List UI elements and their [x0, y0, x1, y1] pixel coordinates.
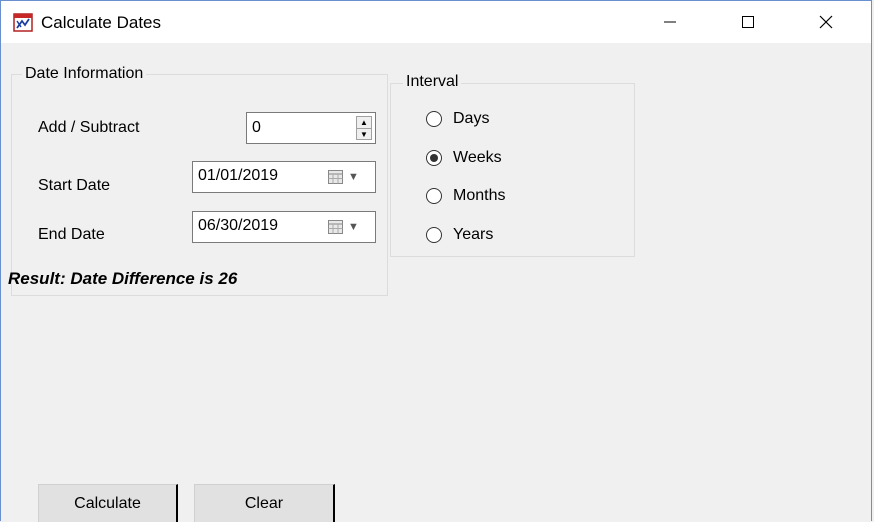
date-information-legend: Date Information: [22, 65, 147, 83]
close-button[interactable]: [797, 1, 855, 43]
window-title: Calculate Dates: [41, 13, 162, 32]
add-subtract-label: Add / Subtract: [38, 119, 140, 136]
radio-days[interactable]: Days: [426, 110, 489, 128]
spinner[interactable]: ▲ ▼: [356, 116, 372, 140]
clear-button[interactable]: Clear: [194, 484, 335, 522]
radio-weeks[interactable]: Weeks: [426, 149, 502, 167]
radio-label: Days: [453, 110, 490, 127]
radio-button[interactable]: [426, 111, 442, 127]
chevron-down-icon[interactable]: ▼: [348, 221, 359, 233]
add-subtract-input[interactable]: 0 ▲ ▼: [246, 112, 376, 144]
start-date-picker[interactable]: 01/01/2019 ▼: [192, 161, 376, 193]
radio-button[interactable]: [426, 227, 442, 243]
radio-label: Years: [453, 226, 494, 243]
spin-up-icon[interactable]: ▲: [357, 117, 371, 129]
client-area: Date Information Add / Subtract 0 ▲ ▼ St…: [1, 43, 871, 522]
calendar-icon: [328, 220, 343, 234]
spin-down-icon[interactable]: ▼: [357, 129, 371, 140]
add-subtract-value: 0: [252, 119, 261, 136]
close-icon: [819, 15, 833, 29]
radio-selected-dot: [430, 154, 438, 162]
calendar-icon: [328, 170, 343, 184]
calculate-button[interactable]: Calculate: [38, 484, 178, 522]
end-date-label: End Date: [38, 226, 105, 243]
maximize-button[interactable]: [719, 1, 777, 43]
title-bar[interactable]: Calculate Dates: [1, 1, 871, 43]
radio-label: Months: [453, 187, 506, 204]
radio-button[interactable]: [426, 188, 442, 204]
start-date-value: 01/01/2019: [198, 167, 279, 184]
maximize-icon: [742, 16, 754, 28]
end-date-value: 06/30/2019: [198, 217, 279, 234]
minimize-button[interactable]: [641, 1, 699, 43]
app-window: Calculate Dates Date Information Add / S…: [0, 0, 872, 522]
radio-years[interactable]: Years: [426, 226, 493, 244]
end-date-picker[interactable]: 06/30/2019 ▼: [192, 211, 376, 243]
chevron-down-icon[interactable]: ▼: [348, 171, 359, 183]
radio-button[interactable]: [426, 150, 442, 166]
minimize-icon: [664, 21, 676, 23]
radio-months[interactable]: Months: [426, 187, 505, 205]
calendar-app-icon: [13, 13, 33, 32]
radio-label: Weeks: [453, 149, 502, 166]
start-date-label: Start Date: [38, 177, 111, 194]
result-label: Result: Date Difference is 26: [8, 269, 238, 288]
interval-legend: Interval: [403, 73, 462, 91]
